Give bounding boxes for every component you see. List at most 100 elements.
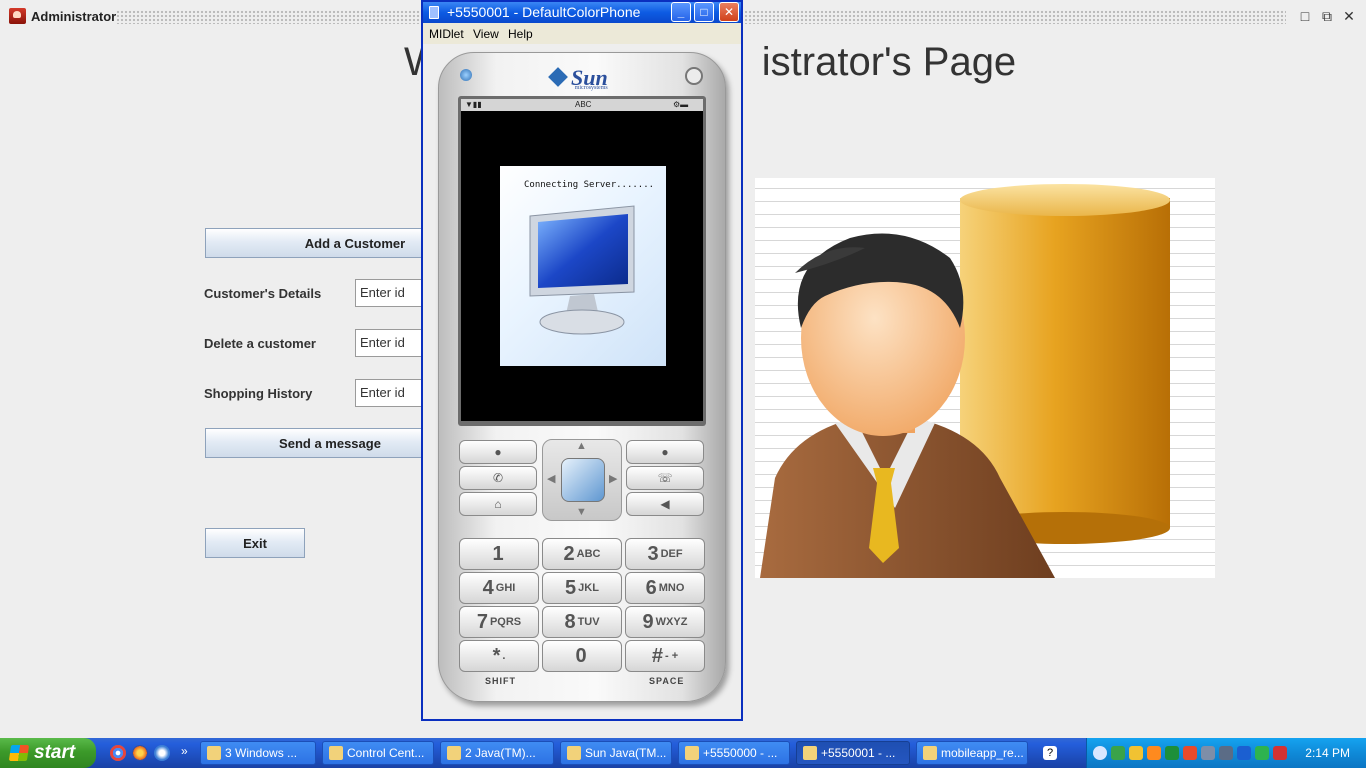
send-message-label: Send a message bbox=[279, 435, 381, 451]
right-soft-key[interactable]: ● bbox=[626, 440, 704, 464]
chrome-icon[interactable] bbox=[110, 745, 126, 761]
key-9[interactable]: 9 WXYZ bbox=[625, 606, 705, 638]
exit-button[interactable]: Exit bbox=[205, 528, 305, 558]
customer-details-input[interactable]: Enter id bbox=[355, 279, 425, 307]
task-phone-5550000[interactable]: +5550000 - ... bbox=[678, 741, 790, 765]
task-sun-java[interactable]: Sun Java(TM... bbox=[560, 741, 672, 765]
tray-network-icon[interactable] bbox=[1111, 746, 1125, 760]
key-1[interactable]: 1 bbox=[459, 538, 539, 570]
shopping-history-input[interactable]: Enter id bbox=[355, 379, 425, 407]
start-label: start bbox=[34, 742, 76, 763]
key-4[interactable]: 4 GHI bbox=[459, 572, 539, 604]
key-8-letters: TUV bbox=[577, 616, 600, 628]
call-key[interactable]: ✆ bbox=[459, 466, 537, 490]
tray-app-icon[interactable] bbox=[1255, 746, 1269, 760]
tray-flash-icon[interactable] bbox=[1183, 746, 1197, 760]
key-6-digit: 6 bbox=[645, 576, 657, 599]
menu-help[interactable]: Help bbox=[508, 27, 533, 41]
key-star[interactable]: *. bbox=[459, 640, 539, 672]
key-0[interactable]: 0 bbox=[542, 640, 622, 672]
taskbar: start » 3 Windows ... Control Cent... 2 … bbox=[0, 738, 1366, 768]
customer-details-label: Customer's Details bbox=[204, 286, 322, 301]
key-3-letters: DEF bbox=[660, 548, 683, 560]
key-0-digit: 0 bbox=[575, 644, 587, 667]
tray-bluetooth-icon[interactable] bbox=[1237, 746, 1251, 760]
send-message-button[interactable]: Send a message bbox=[205, 428, 455, 458]
key-star-letters: . bbox=[502, 650, 506, 662]
tray-devices-icon[interactable] bbox=[1201, 746, 1215, 760]
tray-shield-icon[interactable] bbox=[1129, 746, 1143, 760]
tray-vlc-icon[interactable] bbox=[1147, 746, 1161, 760]
delete-customer-input[interactable]: Enter id bbox=[355, 329, 425, 357]
computer-monitor-icon bbox=[529, 205, 635, 335]
key-4-digit: 4 bbox=[482, 576, 494, 599]
key-6[interactable]: 6 MNO bbox=[625, 572, 705, 604]
sun-brand-sub: microsystems bbox=[574, 85, 608, 91]
ie-icon[interactable] bbox=[154, 745, 170, 761]
task-phone-5550001[interactable]: +5550001 - ... bbox=[796, 741, 910, 765]
tray-security-icon[interactable] bbox=[1273, 746, 1287, 760]
tray-usb-icon[interactable] bbox=[1219, 746, 1233, 760]
key-7-letters: PQRS bbox=[489, 616, 522, 628]
key-9-letters: WXYZ bbox=[655, 616, 688, 628]
phone-window-icon bbox=[429, 6, 439, 19]
key-2-digit: 2 bbox=[563, 542, 575, 565]
key-7-digit: 7 bbox=[476, 610, 488, 633]
task-control-center[interactable]: Control Cent... bbox=[322, 741, 434, 765]
key-3[interactable]: 3 DEF bbox=[625, 538, 705, 570]
indicator-led-icon bbox=[460, 69, 472, 81]
key-5[interactable]: 5 JKL bbox=[542, 572, 622, 604]
key-hash[interactable]: # - + bbox=[625, 640, 705, 672]
start-button[interactable]: start bbox=[0, 738, 96, 768]
tray-monitor-icon[interactable] bbox=[1165, 746, 1179, 760]
end-call-key[interactable]: ☏ bbox=[626, 466, 704, 490]
menu-midlet[interactable]: MIDlet bbox=[429, 27, 464, 41]
admin-database-image bbox=[760, 184, 1170, 578]
phone-emulator-window: +5550001 - DefaultColorPhone _ □ ✕ MIDle… bbox=[421, 0, 743, 721]
dpad-left-icon[interactable]: ◀ bbox=[547, 472, 555, 485]
dpad-down-icon[interactable]: ▼ bbox=[576, 506, 587, 518]
phone-maximize-icon[interactable]: □ bbox=[694, 2, 714, 22]
key-5-letters: JKL bbox=[578, 582, 599, 594]
key-8[interactable]: 8 TUV bbox=[542, 606, 622, 638]
phone-close-icon[interactable]: ✕ bbox=[719, 2, 739, 22]
clear-key[interactable]: ◀ bbox=[626, 492, 704, 516]
quicklaunch-more-icon[interactable]: » bbox=[181, 744, 188, 758]
task-java[interactable]: 2 Java(TM)... bbox=[440, 741, 554, 765]
left-soft-key[interactable]: ● bbox=[459, 440, 537, 464]
key-hash-digit: # bbox=[651, 644, 663, 667]
help-icon[interactable]: ? bbox=[1043, 746, 1057, 760]
home-key[interactable]: ⌂ bbox=[459, 492, 537, 516]
maximize-icon[interactable]: ⧉ bbox=[1318, 7, 1336, 25]
key-hash-letters: - + bbox=[664, 650, 679, 662]
phone-minimize-icon[interactable]: _ bbox=[671, 2, 691, 22]
sun-diamond-icon bbox=[548, 67, 568, 87]
key-2[interactable]: 2 ABC bbox=[542, 538, 622, 570]
key-6-letters: MNO bbox=[658, 582, 685, 594]
java-app-icon bbox=[9, 8, 26, 24]
dpad-up-icon[interactable]: ▲ bbox=[576, 440, 587, 452]
task-mobileapp[interactable]: mobileapp_re... bbox=[916, 741, 1028, 765]
space-caption: SPACE bbox=[649, 676, 685, 686]
dpad-right-icon[interactable]: ▶ bbox=[609, 472, 617, 485]
key-7[interactable]: 7 PQRS bbox=[459, 606, 539, 638]
administrator-illustration bbox=[755, 178, 1215, 578]
power-icon[interactable] bbox=[685, 67, 703, 85]
shift-caption: SHIFT bbox=[485, 676, 516, 686]
tray-arrow-icon[interactable] bbox=[1093, 746, 1107, 760]
minimize-icon[interactable]: □ bbox=[1296, 7, 1314, 25]
dpad[interactable]: ▲ ▼ ◀ ▶ bbox=[542, 439, 622, 521]
menu-view[interactable]: View bbox=[473, 27, 499, 41]
phone-menubar: MIDlet View Help bbox=[423, 23, 741, 44]
connecting-popup: Connecting Server....... bbox=[500, 166, 666, 366]
key-9-digit: 9 bbox=[642, 610, 654, 633]
exit-label: Exit bbox=[243, 535, 267, 551]
phone-handset: Sun microsystems ▼▮▮ ABC ⚙▬ Connecting Se… bbox=[438, 52, 726, 702]
dpad-select-key[interactable] bbox=[561, 458, 605, 502]
key-8-digit: 8 bbox=[564, 610, 576, 633]
key-4-letters: GHI bbox=[495, 582, 516, 594]
close-icon[interactable]: ✕ bbox=[1340, 7, 1358, 25]
firefox-icon[interactable] bbox=[132, 745, 148, 761]
task-windows[interactable]: 3 Windows ... bbox=[200, 741, 316, 765]
phone-screen: ▼▮▮ ABC ⚙▬ Connecting Server....... bbox=[461, 99, 703, 421]
